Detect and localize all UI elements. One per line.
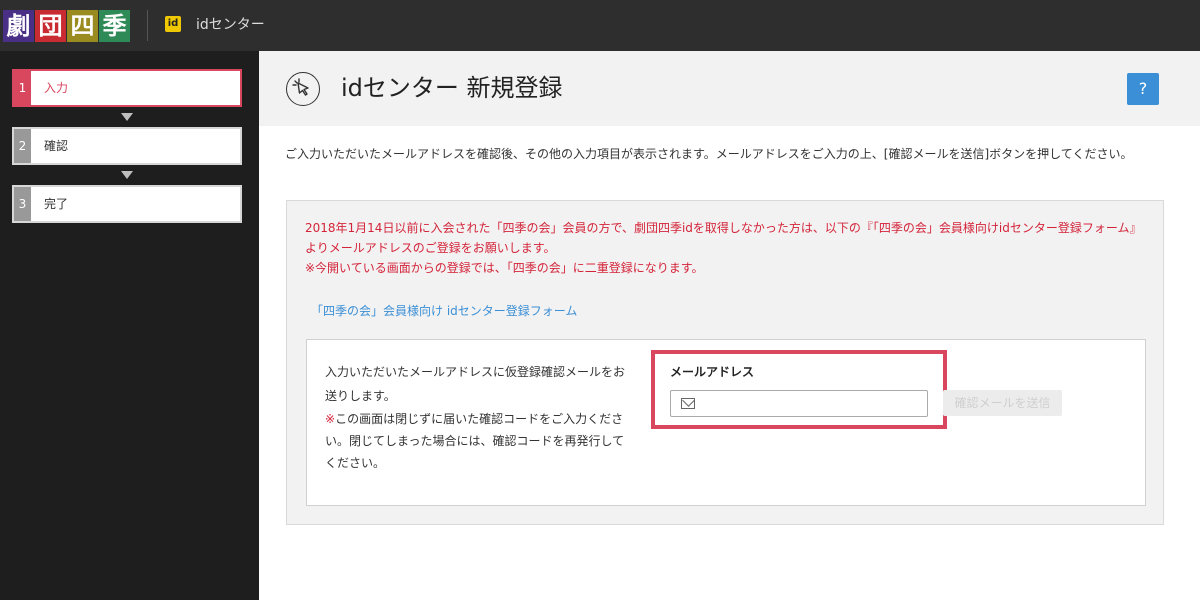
step-number: 1 bbox=[14, 71, 31, 105]
email-field[interactable] bbox=[670, 390, 928, 417]
member-notice: 2018年1月14日以前に入会された「四季の会」会員の方で、劇団四季idを取得し… bbox=[305, 218, 1145, 278]
email-input[interactable] bbox=[701, 393, 923, 414]
intro-text: ご入力いただいたメールアドレスを確認後、その他の入力項目が表示されます。メールア… bbox=[285, 147, 1133, 161]
step-label: 完了 bbox=[44, 197, 69, 211]
email-field-highlight: メールアドレス bbox=[651, 350, 947, 429]
logo-char-4: 季 bbox=[99, 10, 130, 42]
notice-warning: ※今開いている画面からの登録では、「四季の会」に二重登録になります。 bbox=[305, 261, 704, 275]
logo-char-1: 劇 bbox=[3, 10, 34, 42]
step-arrow-down-icon bbox=[121, 113, 133, 121]
header-divider bbox=[147, 10, 148, 41]
logo-char-3: 四 bbox=[67, 10, 98, 42]
form-desc-text: 入力いただいたメールアドレスに仮登録確認メールをお送りします。 bbox=[325, 365, 626, 403]
logo-char-2: 団 bbox=[35, 10, 66, 42]
email-label: メールアドレス bbox=[670, 365, 755, 379]
help-button[interactable]: ? bbox=[1127, 73, 1159, 105]
step-input: 1 入力 bbox=[12, 69, 242, 107]
title-bar: idセンター 新規登録 ? bbox=[259, 51, 1200, 126]
header-title: idセンター bbox=[196, 17, 265, 33]
send-confirmation-button[interactable]: 確認メールを送信 bbox=[943, 390, 1062, 416]
form-description: 入力いただいたメールアドレスに仮登録確認メールをお送りします。 ※この画面は閉じ… bbox=[325, 360, 631, 474]
note-text: この画面は閉じずに届いた確認コードをご入力ください。閉じてしまった場合には、確認… bbox=[325, 412, 625, 470]
step-label: 確認 bbox=[44, 139, 69, 153]
registration-panel: 2018年1月14日以前に入会された「四季の会」会員の方で、劇団四季idを取得し… bbox=[286, 200, 1164, 525]
shiki-logo[interactable]: 劇 団 四 季 bbox=[3, 10, 131, 42]
id-badge-icon: id bbox=[165, 16, 181, 32]
step-label: 入力 bbox=[44, 81, 69, 95]
cursor-click-icon bbox=[286, 72, 320, 106]
step-confirm: 2 確認 bbox=[12, 127, 242, 165]
top-header: 劇 団 四 季 id idセンター bbox=[0, 0, 1200, 51]
step-sidebar: 1 入力 2 確認 3 完了 bbox=[0, 51, 259, 600]
mail-icon bbox=[681, 398, 695, 409]
notice-text: 2018年1月14日以前に入会された「四季の会」会員の方で、劇団四季idを取得し… bbox=[305, 221, 1142, 255]
email-form-box: 入力いただいたメールアドレスに仮登録確認メールをお送りします。 ※この画面は閉じ… bbox=[306, 339, 1146, 506]
note-mark: ※ bbox=[325, 412, 336, 426]
page-title: idセンター 新規登録 bbox=[341, 74, 563, 102]
step-number: 3 bbox=[14, 187, 31, 221]
form-desc-note: ※この画面は閉じずに届いた確認コードをご入力ください。閉じてしまった場合には、確… bbox=[325, 408, 631, 474]
step-complete: 3 完了 bbox=[12, 185, 242, 223]
member-registration-link[interactable]: 「四季の会」会員様向け idセンター登録フォーム bbox=[311, 301, 577, 321]
step-number: 2 bbox=[14, 129, 31, 163]
step-arrow-down-icon bbox=[121, 171, 133, 179]
